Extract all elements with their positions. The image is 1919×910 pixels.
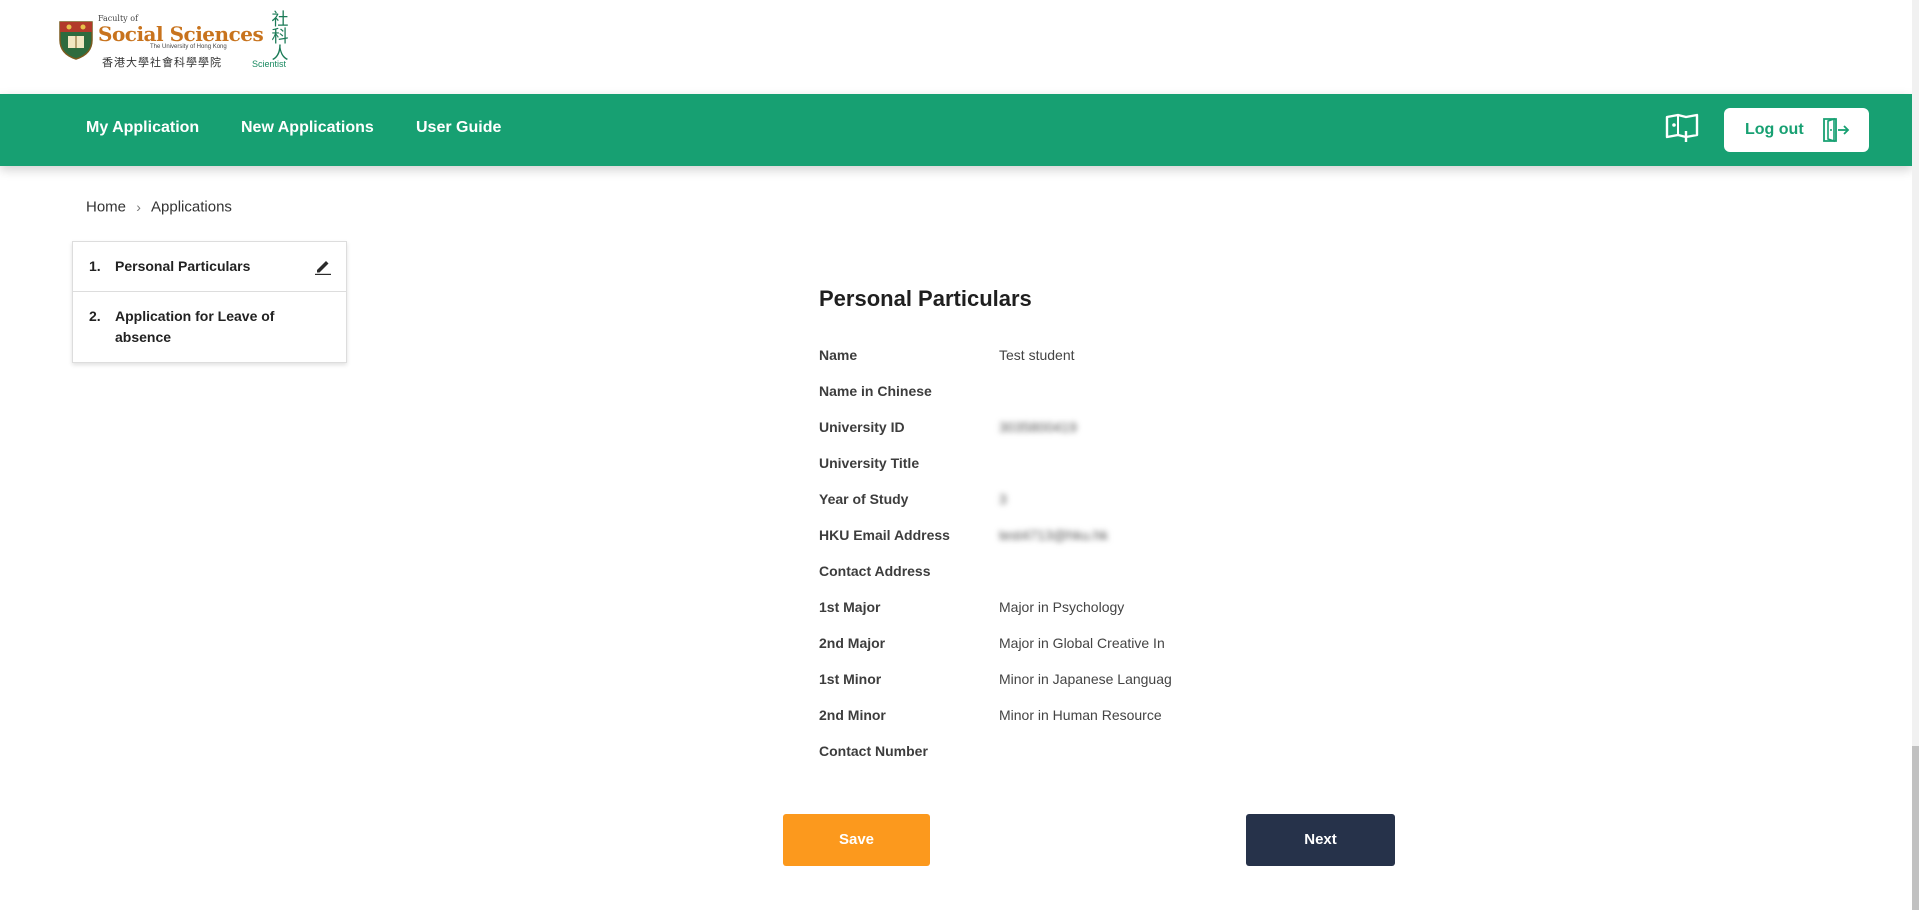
field-1st-major: 1st Major Major in Psychology [819,599,1179,623]
nav-user-guide[interactable]: User Guide [416,119,501,137]
field-university-title: University Title [819,455,1179,479]
field-value: 3 [999,491,1007,507]
field-1st-minor: 1st Minor Minor in Japanese Languag [819,671,1179,695]
step-number: 1. [89,258,101,274]
field-year-of-study: Year of Study 3 [819,491,1179,515]
breadcrumb-current: Applications [151,198,232,216]
field-hku-email: HKU Email Address test4713@hku.hk [819,527,1179,551]
logo-scientist-chinese: 社科人 [271,10,289,64]
field-2nd-minor: 2nd Minor Minor in Human Resource [819,707,1179,731]
logo-chinese: 香港大學社會科學學院 [102,56,222,69]
field-label: 2nd Minor [819,707,886,723]
field-university-id: University ID 3035800419 [819,419,1179,443]
logo-faculty-main: Social Sciences [98,22,264,46]
field-name: Name Test student [819,347,1179,371]
step-personal-particulars[interactable]: 1. Personal Particulars [73,242,346,291]
step-leave-of-absence[interactable]: 2. Application for Leave of absence [73,291,346,362]
field-label: University ID [819,419,905,435]
field-value: Minor in Japanese Languag [999,671,1172,687]
book-map-icon[interactable] [1664,112,1700,144]
logout-label: Log out [1745,121,1804,138]
site-header: Faculty of Social Sciences The Universit… [0,0,1912,94]
field-label: Name in Chinese [819,383,932,399]
next-button[interactable]: Next [1246,814,1395,866]
field-label: 2nd Major [819,635,886,651]
field-value: Minor in Human Resource [999,707,1162,723]
field-label: Year of Study [819,491,909,507]
field-2nd-major: 2nd Major Major in Global Creative In [819,635,1179,659]
university-crest-icon [59,21,93,60]
breadcrumb-home[interactable]: Home [86,199,126,216]
application-steps: 1. Personal Particulars 2. Application f… [72,241,347,363]
field-value: Major in Psychology [999,599,1125,615]
field-name-in-chinese: Name in Chinese [819,383,1179,407]
page-scrollbar[interactable] [1912,0,1919,910]
field-value: test4713@hku.hk [999,527,1109,543]
field-label: 1st Major [819,599,881,615]
page-title: Personal Particulars [819,286,1032,311]
field-contact-number: Contact Number [819,743,1179,767]
field-label: Name [819,347,858,363]
chevron-right-icon: › [136,199,141,216]
logo-scientist-english: Scientist [252,59,287,69]
faculty-logo[interactable]: Faculty of Social Sciences The Universit… [58,12,298,74]
field-value: Major in Global Creative In [999,635,1165,651]
pencil-edit-icon[interactable] [314,257,332,275]
field-label: University Title [819,455,920,471]
field-label: HKU Email Address [819,527,950,543]
field-label: 1st Minor [819,671,882,687]
scrollbar-thumb[interactable] [1912,746,1919,910]
door-exit-icon [1823,117,1850,143]
main-navbar: My Application New Applications User Gui… [0,94,1912,166]
nav-my-application[interactable]: My Application [86,119,199,137]
logout-button[interactable]: Log out [1724,108,1869,152]
logo-university: The University of Hong Kong [150,44,227,50]
step-label: Application for Leave of absence [115,308,275,345]
nav-new-applications[interactable]: New Applications [241,119,374,137]
field-value: Test student [999,347,1075,363]
save-button[interactable]: Save [783,814,930,866]
field-label: Contact Address [819,563,931,579]
field-value: 3035800419 [999,419,1077,435]
breadcrumb: Home › Applications [86,198,232,216]
step-number: 2. [89,308,101,324]
field-label: Contact Number [819,743,928,759]
step-label: Personal Particulars [115,258,251,274]
field-contact-address: Contact Address [819,563,1179,587]
